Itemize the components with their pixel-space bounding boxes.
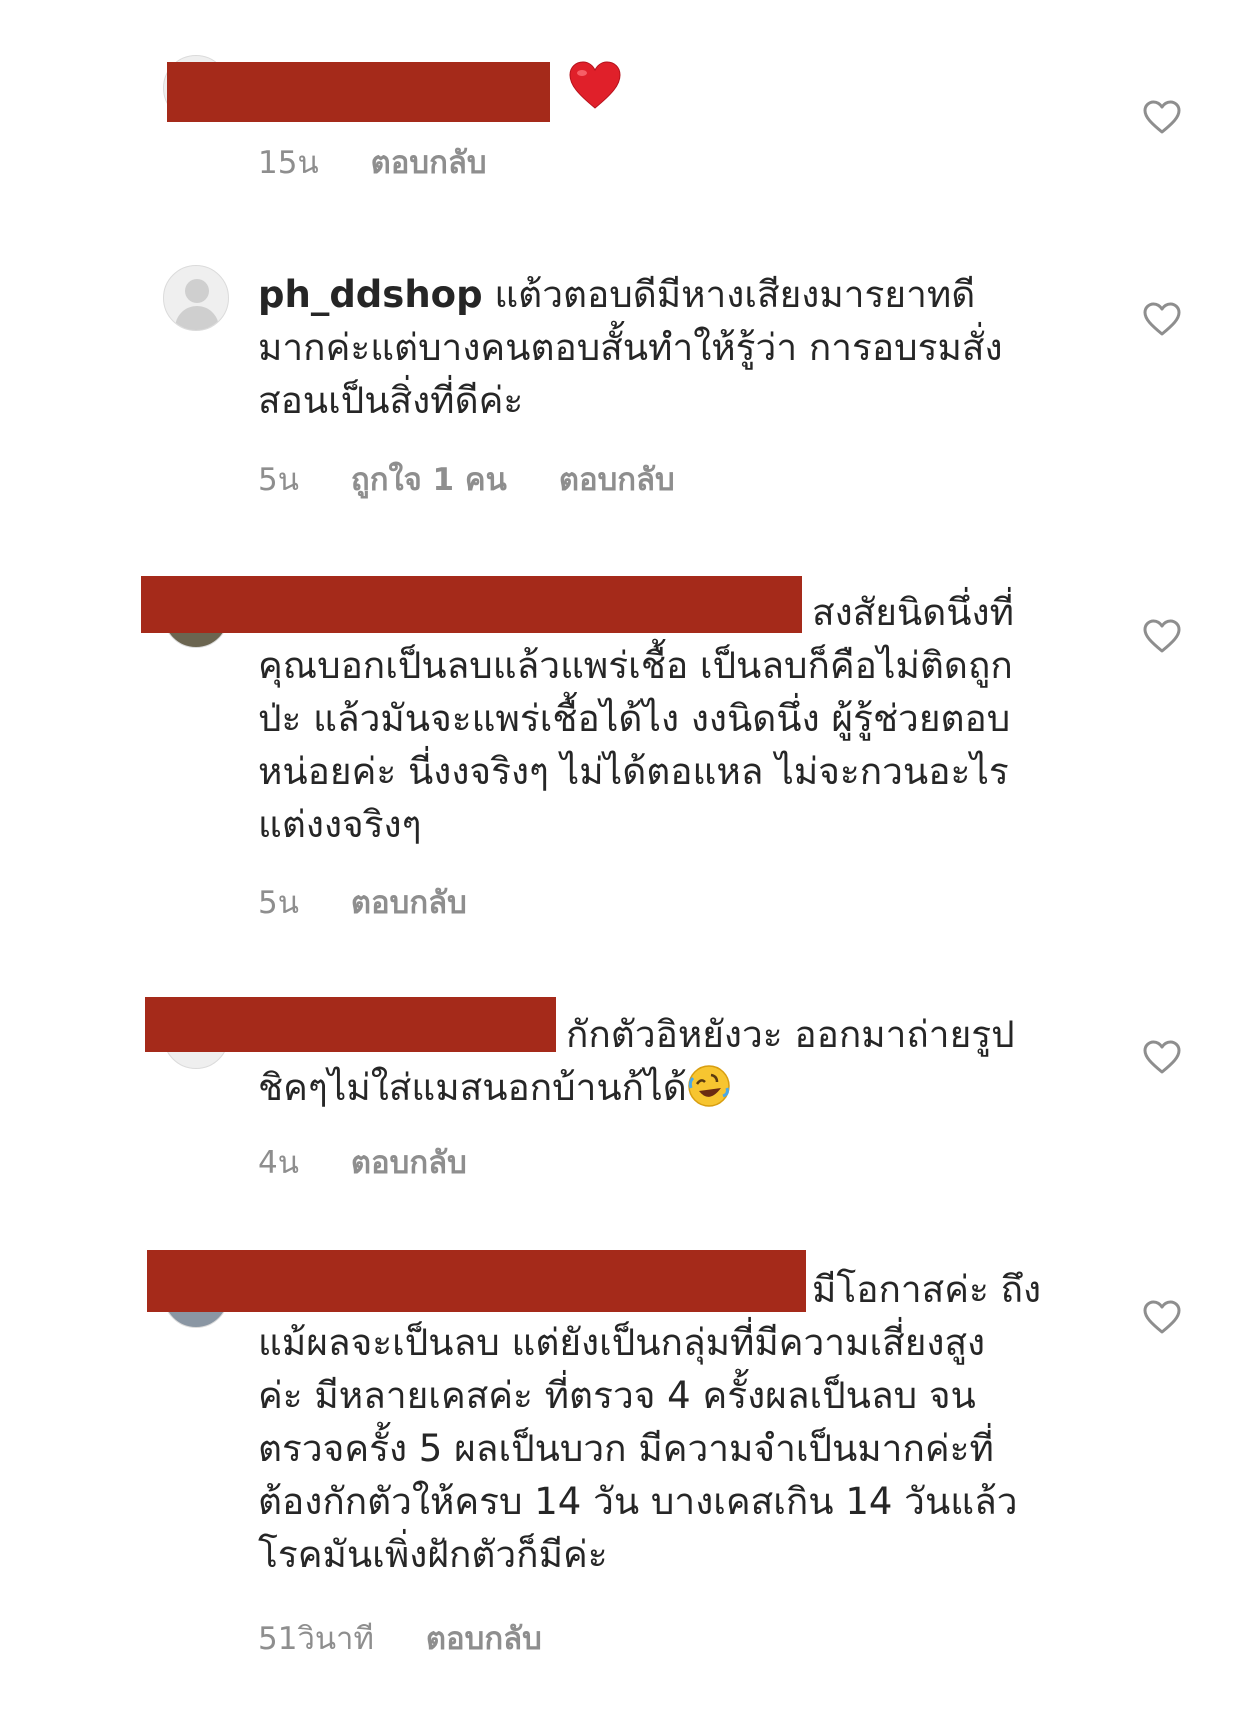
redacted-username [141, 576, 802, 633]
redacted-username [167, 62, 550, 122]
avatar[interactable] [163, 265, 229, 331]
red-heart-emoji [569, 61, 621, 109]
comment-time: 4น [258, 1145, 299, 1181]
comment-text: มีโอกาสค่ะ ถึง [812, 1268, 1042, 1311]
comment-text: สงสัยนิดนึ่งที่ [812, 591, 1014, 634]
comment-meta: 5น ตอบกลับ [258, 877, 467, 927]
comment-meta: 4น ตอบกลับ [258, 1137, 467, 1187]
like-heart-icon[interactable] [1142, 617, 1182, 657]
like-heart-icon[interactable] [1142, 1298, 1182, 1338]
like-heart-icon[interactable] [1142, 300, 1182, 340]
comment-time: 15น [258, 145, 319, 181]
comment-meta: 51วินาที ตอบกลับ [258, 1613, 542, 1663]
likes-count-button[interactable]: ถูกใจ 1 คน [351, 454, 507, 504]
comment-time: 5น [258, 885, 299, 921]
comment-meta: 15น ตอบกลับ [258, 137, 487, 187]
reply-button[interactable]: ตอบกลับ [351, 1137, 467, 1187]
comment-text-continued: แม้ผลจะเป็นลบ แต่ยังเป็นกลุ่มที่มีความเส… [258, 1321, 1018, 1576]
comment-text: กักตัวอิหยังวะ ออกมาถ่ายรูป [566, 1013, 1015, 1056]
comment-meta: 5น ถูกใจ 1 คน ตอบกลับ [258, 454, 675, 504]
rolling-laughing-emoji [687, 1065, 730, 1107]
reply-button[interactable]: ตอบกลับ [559, 454, 675, 504]
comment-text-continued: ชิคๆไม่ใส่แมสนอกบ้านก้ได้ [258, 1061, 1078, 1114]
comment-text-continued: คุณบอกเป็นลบแล้วแพร่เชื้อ เป็นลบก็คือไม่… [258, 644, 1013, 846]
comment-time: 5น [258, 462, 299, 498]
username-link[interactable]: ph_ddshop [258, 273, 483, 316]
comment-text: ph_ddshop แต้วตอบดีมีหางเสียงมารยาทดี มา… [258, 268, 1078, 427]
like-heart-icon[interactable] [1142, 1038, 1182, 1078]
redacted-username [147, 1250, 806, 1312]
reply-button[interactable]: ตอบกลับ [351, 877, 467, 927]
reply-button[interactable]: ตอบกลับ [371, 137, 487, 187]
reply-button[interactable]: ตอบกลับ [426, 1613, 542, 1663]
redacted-username [145, 997, 556, 1052]
like-heart-icon[interactable] [1142, 98, 1182, 138]
comment-time: 51วินาที [258, 1621, 374, 1657]
comment-body: ชิคๆไม่ใส่แมสนอกบ้านก้ได้ [258, 1066, 687, 1109]
